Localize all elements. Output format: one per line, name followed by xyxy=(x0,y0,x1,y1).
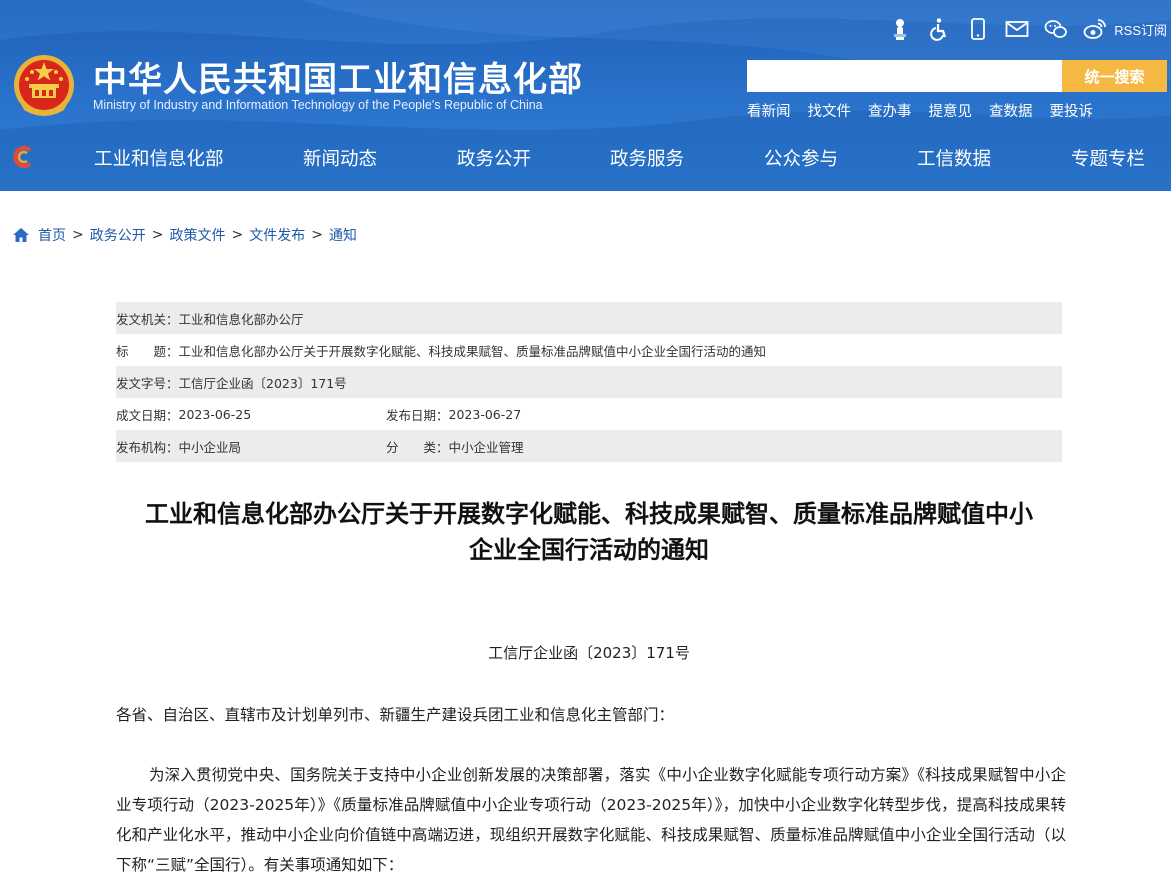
site-name-english: Ministry of Industry and Information Tec… xyxy=(93,98,543,112)
quick-link-data[interactable]: 查数据 xyxy=(989,100,1033,121)
site-name: 中华人民共和国工业和信息化部 xyxy=(93,60,583,100)
document-metadata-table: 发文机关： 工业和信息化部办公厅 标 题： 工业和信息化部办公厅关于开展数字化赋… xyxy=(116,302,1062,462)
document-number: 工信厅企业函〔2023〕171号 xyxy=(488,644,690,662)
title-label: 标 题： xyxy=(116,343,179,359)
top-toolbar: RSS订阅 xyxy=(874,14,1167,44)
created-date-label: 成文日期： xyxy=(116,407,179,423)
quick-link-services[interactable]: 查办事 xyxy=(868,100,912,121)
quick-link-complaint[interactable]: 要投诉 xyxy=(1050,100,1094,121)
rss-subscribe-link[interactable]: RSS订阅 xyxy=(1114,20,1167,39)
body-paragraph: 为深入贯彻党中央、国务院关于支持中小企业创新发展的决策部署，落实《中小企业数字化… xyxy=(116,766,1066,874)
meta-row-dates: 成文日期： 2023-06-25 发布日期： 2023-06-27 xyxy=(116,398,1062,430)
nav-miit-data[interactable]: 工信数据 xyxy=(917,145,991,171)
quick-links: 看新闻 找文件 查办事 提意见 查数据 要投诉 xyxy=(747,100,1110,121)
breadcrumb-separator: > xyxy=(72,227,84,243)
wechat-icon[interactable] xyxy=(1043,16,1069,42)
meta-row-docno: 发文字号： 工信厅企业函〔2023〕171号 xyxy=(116,366,1062,398)
docno-label: 发文字号： xyxy=(116,375,179,391)
breadcrumb-separator: > xyxy=(311,227,323,243)
article-title-line-2: 企业全国行活动的通知 xyxy=(469,536,709,564)
nav-public-participation[interactable]: 公众参与 xyxy=(764,145,838,171)
nav-gov-services[interactable]: 政务服务 xyxy=(610,145,684,171)
breadcrumb-notice[interactable]: 通知 xyxy=(329,225,357,245)
wheelchair-icon[interactable] xyxy=(926,16,952,42)
breadcrumb-separator: > xyxy=(151,227,164,243)
breadcrumb-gov-affairs[interactable]: 政务公开 xyxy=(90,225,146,245)
docno-value: 工信厅企业函〔2023〕171号 xyxy=(178,375,347,391)
quick-link-files[interactable]: 找文件 xyxy=(808,100,852,121)
quick-link-news[interactable]: 看新闻 xyxy=(747,100,791,121)
org-value: 中小企业局 xyxy=(178,439,242,455)
search-input[interactable] xyxy=(747,60,1063,92)
meta-row-org: 发布机构： 中小企业局 分 类： 中小企业管理 xyxy=(116,430,1062,462)
org-label: 发布机构： xyxy=(116,439,179,455)
mobile-icon[interactable] xyxy=(965,16,991,42)
breadcrumb-home[interactable]: 首页 xyxy=(38,225,66,245)
issuer-value: 工业和信息化部办公厅 xyxy=(178,311,304,327)
mail-icon[interactable] xyxy=(1004,16,1030,42)
published-date-label: 发布日期： xyxy=(386,407,449,423)
category-value: 中小企业管理 xyxy=(448,439,524,455)
title-value: 工业和信息化部办公厅关于开展数字化赋能、科技成果赋智、质量标准品牌赋值中小企业全… xyxy=(178,343,767,359)
nav-special-topics[interactable]: 专题专栏 xyxy=(1071,145,1145,171)
site-header: 中华人民共和国工业和信息化部 Ministry of Industry and … xyxy=(0,0,1171,191)
created-date-value: 2023-06-25 xyxy=(178,406,252,422)
article-title: 工业和信息化部办公厅关于开展数字化赋能、科技成果赋智、质量标准品牌赋值中小 企业… xyxy=(116,496,1062,568)
meta-row-title: 标 题： 工业和信息化部办公厅关于开展数字化赋能、科技成果赋智、质量标准品牌赋值… xyxy=(116,334,1062,366)
salutation: 各省、自治区、直辖市及计划单列市、新疆生产建设兵团工业和信息化主管部门： xyxy=(116,706,675,724)
published-date-value: 2023-06-27 xyxy=(448,406,522,422)
quick-link-feedback[interactable]: 提意见 xyxy=(929,100,973,121)
nav-miit[interactable]: 工业和信息化部 xyxy=(94,145,224,171)
issuer-label: 发文机关： xyxy=(116,311,179,327)
nav-gov-affairs[interactable]: 政务公开 xyxy=(457,145,531,171)
nav-news[interactable]: 新闻动态 xyxy=(303,145,377,171)
breadcrumb-doc-release[interactable]: 文件发布 xyxy=(249,225,305,245)
main-navigation: 工业和信息化部 新闻动态 政务公开 政务服务 公众参与 工信数据 专题专栏 xyxy=(0,140,1171,176)
category-label: 分 类： xyxy=(386,439,449,455)
national-emblem-icon xyxy=(14,55,74,116)
breadcrumb: 首页 > 政务公开 > 政策文件 > 文件发布 > 通知 xyxy=(12,225,357,245)
home-icon[interactable] xyxy=(12,226,30,244)
breadcrumb-separator: > xyxy=(231,227,244,243)
weibo-icon[interactable] xyxy=(1082,16,1108,42)
elder-care-icon[interactable] xyxy=(887,16,913,42)
article-title-line-1: 工业和信息化部办公厅关于开展数字化赋能、科技成果赋智、质量标准品牌赋值中小 xyxy=(145,500,1033,528)
search-button[interactable]: 统一搜索 xyxy=(1062,60,1167,92)
breadcrumb-policy-docs[interactable]: 政策文件 xyxy=(169,225,225,245)
meta-row-issuer: 发文机关： 工业和信息化部办公厅 xyxy=(116,302,1062,334)
